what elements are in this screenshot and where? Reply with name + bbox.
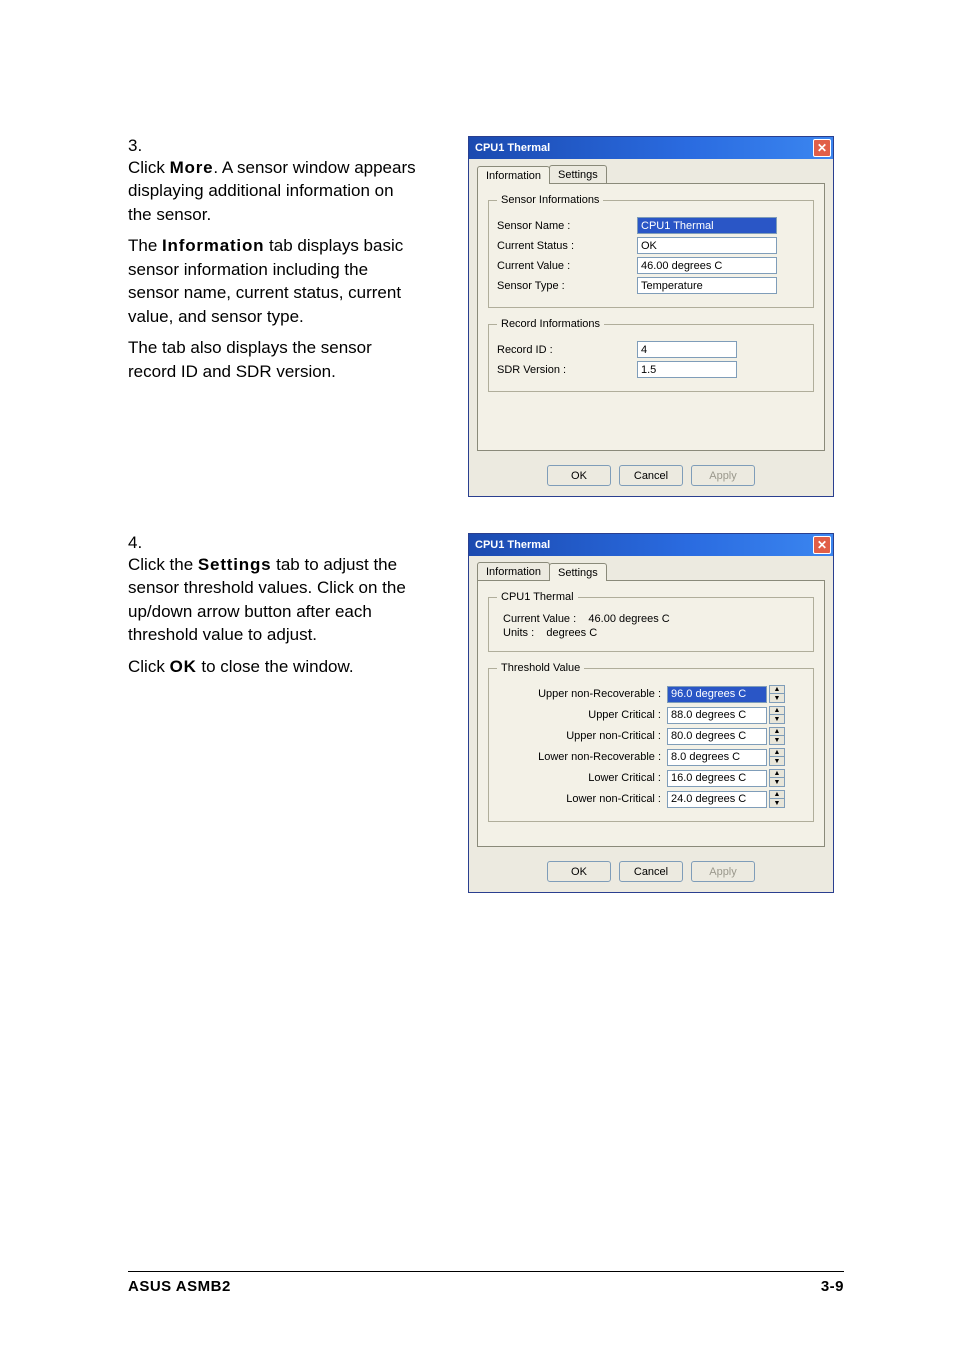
tab-information[interactable]: Information <box>477 166 550 184</box>
settings-dialog: CPU1 Thermal ✕ Information Settings CPU1… <box>468 533 834 893</box>
value-cv: 46.00 degrees C <box>588 613 669 625</box>
footer-right: 3-9 <box>821 1278 844 1295</box>
spinner-unc[interactable]: ▲▼ <box>769 727 785 745</box>
chevron-down-icon: ▼ <box>770 694 784 702</box>
apply-button: Apply <box>691 465 755 486</box>
chevron-down-icon: ▼ <box>770 757 784 765</box>
apply-button: Apply <box>691 861 755 882</box>
label-unr: Upper non-Recoverable : <box>497 688 667 700</box>
step-3-text: 3. Click More. A sensor window appears d… <box>128 136 468 391</box>
close-icon[interactable]: ✕ <box>813 536 831 554</box>
value-units: degrees C <box>546 627 597 639</box>
label-current-status: Current Status : <box>497 240 637 252</box>
info-dialog: CPU1 Thermal ✕ Information Settings Sens… <box>468 136 834 497</box>
info-dialog-titlebar[interactable]: CPU1 Thermal ✕ <box>469 137 833 159</box>
chevron-up-icon: ▲ <box>770 749 784 757</box>
field-sensor-name[interactable]: CPU1 Thermal <box>637 217 777 234</box>
ok-button[interactable]: OK <box>547 861 611 882</box>
tab-settings[interactable]: Settings <box>549 165 607 183</box>
bold-more: More <box>170 158 214 177</box>
label-lc: Lower Critical : <box>497 772 667 784</box>
spinner-lnc[interactable]: ▲▼ <box>769 790 785 808</box>
chevron-down-icon: ▼ <box>770 799 784 807</box>
chevron-down-icon: ▼ <box>770 715 784 723</box>
label-record-id: Record ID : <box>497 344 637 356</box>
chevron-up-icon: ▲ <box>770 770 784 778</box>
cancel-button[interactable]: Cancel <box>619 861 683 882</box>
label-lnc: Lower non-Critical : <box>497 793 667 805</box>
chevron-up-icon: ▲ <box>770 686 784 694</box>
tab-settings[interactable]: Settings <box>549 563 607 581</box>
bold-settings: Settings <box>198 555 271 574</box>
field-current-status[interactable]: OK <box>637 237 777 254</box>
sensor-info-group: Sensor Informations Sensor Name : CPU1 T… <box>488 194 814 308</box>
label-sdr-version: SDR Version : <box>497 364 637 376</box>
field-sensor-type[interactable]: Temperature <box>637 277 777 294</box>
field-record-id[interactable]: 4 <box>637 341 737 358</box>
step-4-number: 4. <box>128 533 168 553</box>
chevron-down-icon: ▼ <box>770 736 784 744</box>
threshold-group: Threshold Value Upper non-Recoverable : … <box>488 662 814 822</box>
chevron-down-icon: ▼ <box>770 778 784 786</box>
bold-information: Information <box>162 236 264 255</box>
ok-button[interactable]: OK <box>547 465 611 486</box>
label-current-value: Current Value : <box>497 260 637 272</box>
spinner-uc[interactable]: ▲▼ <box>769 706 785 724</box>
tab-information[interactable]: Information <box>477 562 550 580</box>
label-cv: Current Value : <box>503 613 576 625</box>
spinner-unr[interactable]: ▲▼ <box>769 685 785 703</box>
step-4-text: 4. Click the Settings tab to adjust the … <box>128 533 468 686</box>
step-3-number: 3. <box>128 136 168 156</box>
info-dialog-title: CPU1 Thermal <box>475 142 550 154</box>
field-lnr[interactable]: 8.0 degrees C <box>667 749 767 766</box>
settings-dialog-titlebar[interactable]: CPU1 Thermal ✕ <box>469 534 833 556</box>
label-lnr: Lower non-Recoverable : <box>497 751 667 763</box>
label-unc: Upper non-Critical : <box>497 730 667 742</box>
label-sensor-name: Sensor Name : <box>497 220 637 232</box>
cancel-button[interactable]: Cancel <box>619 465 683 486</box>
spinner-lnr[interactable]: ▲▼ <box>769 748 785 766</box>
field-unr[interactable]: 96.0 degrees C <box>667 686 767 703</box>
field-lc[interactable]: 16.0 degrees C <box>667 770 767 787</box>
settings-dialog-title: CPU1 Thermal <box>475 539 550 551</box>
close-icon[interactable]: ✕ <box>813 139 831 157</box>
label-units: Units : <box>503 627 534 639</box>
current-group: CPU1 Thermal Current Value : 46.00 degre… <box>488 591 814 652</box>
chevron-up-icon: ▲ <box>770 728 784 736</box>
record-info-group: Record Informations Record ID : 4 SDR Ve… <box>488 318 814 392</box>
field-sdr-version[interactable]: 1.5 <box>637 361 737 378</box>
footer-left: ASUS ASMB2 <box>128 1278 231 1295</box>
label-sensor-type: Sensor Type : <box>497 280 637 292</box>
spinner-lc[interactable]: ▲▼ <box>769 769 785 787</box>
chevron-up-icon: ▲ <box>770 707 784 715</box>
field-lnc[interactable]: 24.0 degrees C <box>667 791 767 808</box>
page-footer: ASUS ASMB2 3-9 <box>128 1271 844 1295</box>
chevron-up-icon: ▲ <box>770 791 784 799</box>
field-current-value[interactable]: 46.00 degrees C <box>637 257 777 274</box>
label-uc: Upper Critical : <box>497 709 667 721</box>
field-unc[interactable]: 80.0 degrees C <box>667 728 767 745</box>
bold-ok: OK <box>170 657 197 676</box>
field-uc[interactable]: 88.0 degrees C <box>667 707 767 724</box>
